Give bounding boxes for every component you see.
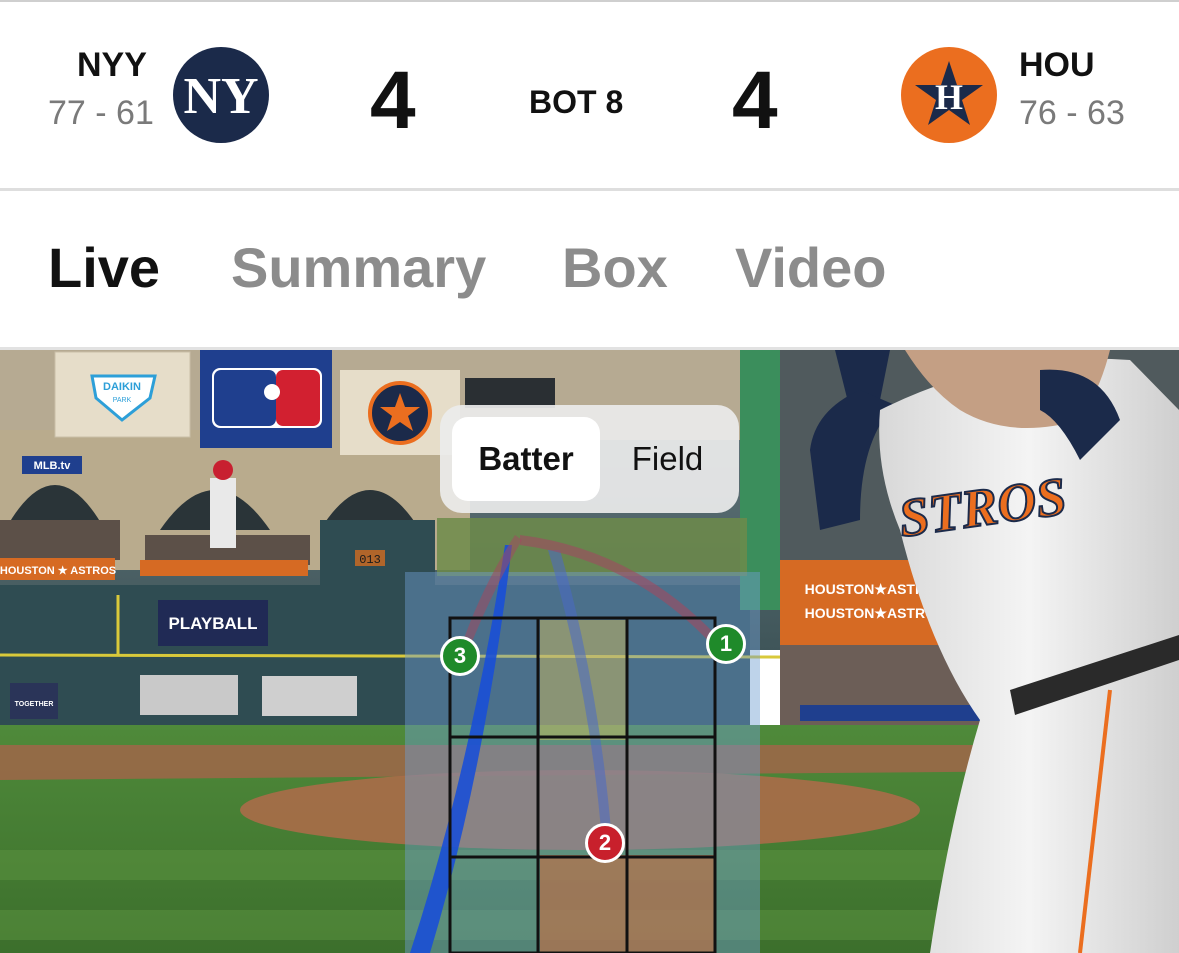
- svg-text:H: H: [935, 77, 963, 117]
- together-text: TOGETHER: [15, 701, 54, 708]
- home-score: 4: [732, 55, 778, 146]
- toggle-field[interactable]: Field: [610, 417, 725, 501]
- toggle-batter[interactable]: Batter: [452, 417, 600, 501]
- game-tabs: Live Summary Box Video: [0, 191, 1179, 348]
- tab-video[interactable]: Video: [735, 235, 886, 300]
- wall-score-text: 013: [359, 553, 381, 567]
- away-score: 4: [370, 55, 416, 146]
- park-text: PARK: [113, 397, 132, 404]
- astros-logo-icon[interactable]: H: [901, 47, 997, 143]
- home-team-abbr: HOU: [1019, 46, 1095, 84]
- pitch-marker-1[interactable]: 1: [706, 624, 746, 664]
- away-team-record: 77 - 61: [48, 94, 154, 132]
- inning-indicator: BOT 8: [529, 84, 624, 120]
- home-team-record: 76 - 63: [1019, 94, 1125, 132]
- mlbtv-text: MLB.tv: [34, 460, 72, 472]
- mlb-logo-billboard: [200, 350, 332, 448]
- daikin-text: DAIKIN: [103, 381, 141, 393]
- svg-text:NY: NY: [183, 68, 258, 125]
- pitch-marker-3[interactable]: 3: [440, 636, 480, 676]
- scoreboard: NYY 77 - 61 NY 4 BOT 8 4 H HOU 76 - 63: [0, 2, 1179, 188]
- yankees-logo-icon[interactable]: NY: [173, 47, 269, 143]
- playball-text: PLAYBALL: [168, 614, 257, 633]
- tab-summary[interactable]: Summary: [231, 235, 486, 300]
- daikin-billboard: DAIKIN PARK: [54, 351, 191, 438]
- tab-live[interactable]: Live: [48, 235, 160, 300]
- view-toggle: Batter Field: [440, 405, 739, 513]
- left-banner-text: HOUSTON ★ ASTROS: [0, 565, 116, 577]
- tab-box[interactable]: Box: [562, 235, 668, 300]
- away-team-abbr: NYY: [77, 46, 147, 84]
- pitch-marker-2[interactable]: 2: [585, 823, 625, 863]
